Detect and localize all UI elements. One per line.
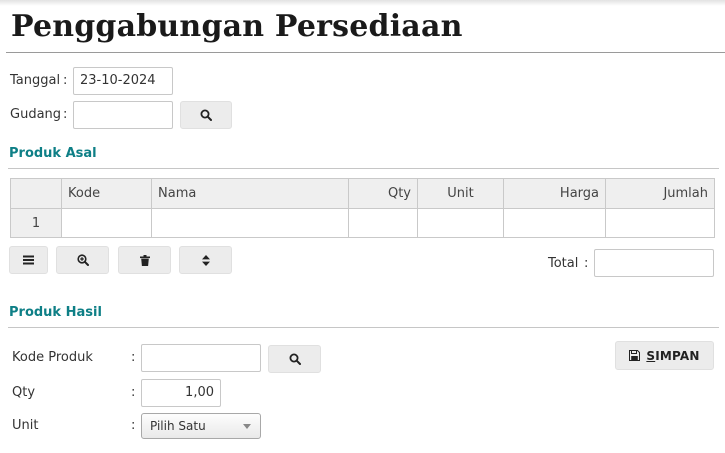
kode-produk-label: Kode Produk	[12, 350, 93, 365]
zoom-in-icon	[76, 254, 89, 266]
kode-produk-colon: :	[131, 350, 136, 365]
floppy-disk-icon	[629, 350, 641, 361]
column-header-jumlah[interactable]: Jumlah	[605, 178, 715, 209]
cell-harga[interactable]	[503, 208, 606, 238]
gudang-label: Gudang	[10, 107, 62, 122]
qty-colon: :	[131, 385, 136, 400]
qty-label: Qty	[12, 385, 36, 400]
produk-hasil-divider	[8, 327, 719, 328]
cell-jumlah[interactable]	[605, 208, 715, 238]
cell-qty[interactable]	[348, 208, 418, 238]
search-icon	[200, 109, 212, 121]
tanggal-colon: :	[63, 73, 68, 88]
simpan-label: SIMPAN	[646, 348, 700, 363]
zoom-in-button[interactable]	[56, 246, 109, 274]
total-field[interactable]	[594, 249, 714, 277]
produk-hasil-title: Produk Hasil	[9, 305, 102, 320]
total-label: Total	[548, 256, 579, 271]
table-header-row: Kode Nama Qty Unit Harga Jumlah	[10, 178, 715, 209]
column-header-rownum	[10, 178, 62, 209]
qty-input[interactable]: 1,00	[141, 379, 221, 407]
row-number: 1	[10, 208, 62, 238]
unit-label: Unit	[12, 418, 39, 433]
search-icon	[289, 353, 301, 365]
sort-button[interactable]	[179, 246, 232, 274]
chevron-down-icon	[243, 424, 251, 429]
title-divider	[6, 52, 725, 53]
total-colon: :	[584, 256, 589, 271]
unit-select-value: Pilih Satu	[150, 419, 206, 433]
tanggal-input[interactable]: 23-10-2024	[73, 67, 173, 95]
simpan-button[interactable]: SIMPAN	[615, 341, 714, 370]
unit-colon: :	[131, 418, 136, 433]
tanggal-label: Tanggal	[10, 73, 61, 88]
gudang-colon: :	[63, 107, 68, 122]
cell-kode[interactable]	[61, 208, 152, 238]
column-header-kode[interactable]: Kode	[61, 178, 152, 209]
gudang-input[interactable]	[73, 101, 173, 129]
kode-produk-search-button[interactable]	[268, 345, 321, 373]
cell-unit[interactable]	[417, 208, 504, 238]
sort-icon	[201, 254, 210, 266]
page-title: Penggabungan Persediaan	[11, 9, 463, 44]
table-row: 1	[10, 208, 715, 238]
delete-row-button[interactable]	[118, 246, 171, 274]
column-header-unit[interactable]: Unit	[417, 178, 504, 209]
cell-nama[interactable]	[151, 208, 349, 238]
column-header-qty[interactable]: Qty	[348, 178, 418, 209]
menu-icon	[23, 255, 34, 265]
gudang-search-button[interactable]	[180, 101, 232, 129]
top-shadow-bar	[0, 0, 725, 6]
row-menu-button[interactable]	[9, 246, 48, 274]
column-header-harga[interactable]: Harga	[503, 178, 606, 209]
produk-asal-divider	[8, 168, 719, 169]
produk-asal-title: Produk Asal	[9, 146, 97, 161]
produk-asal-table: Kode Nama Qty Unit Harga Jumlah 1	[10, 178, 715, 238]
unit-select[interactable]: Pilih Satu	[141, 413, 261, 439]
column-header-nama[interactable]: Nama	[151, 178, 349, 209]
kode-produk-input[interactable]	[141, 344, 261, 372]
trash-icon	[139, 254, 150, 266]
